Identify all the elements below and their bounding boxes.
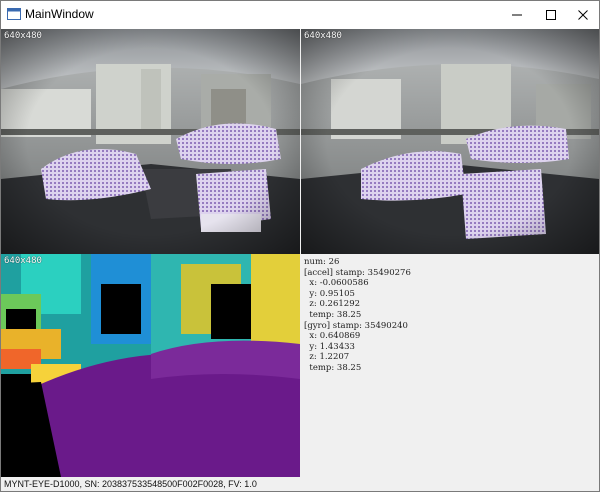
close-button[interactable] bbox=[567, 1, 599, 29]
left-resolution-label: 640x480 bbox=[4, 31, 42, 41]
accel-y: y: 0.95105 bbox=[304, 288, 355, 299]
maximize-button[interactable] bbox=[535, 1, 567, 29]
accel-z: z: 0.261292 bbox=[304, 299, 361, 310]
gyro-y: y: 1.43433 bbox=[304, 341, 355, 352]
right-resolution-label: 640x480 bbox=[304, 31, 342, 41]
maximize-icon bbox=[546, 10, 556, 20]
status-bar: MYNT-EYE-D1000, SN: 203837533548500F002F… bbox=[1, 477, 599, 491]
accel-temp: temp: 38.25 bbox=[304, 309, 362, 320]
accel-header: [accel] stamp: 35490276 bbox=[304, 267, 411, 278]
imu-num: num: 26 bbox=[304, 257, 340, 267]
left-camera-view: 640x480 bbox=[1, 29, 300, 254]
main-window: MainWindow 640x480 640x480 640x480 num: … bbox=[0, 0, 600, 492]
depth-view: 640x480 bbox=[1, 254, 300, 477]
gyro-temp: temp: 38.25 bbox=[304, 362, 362, 373]
gyro-x: x: 0.640869 bbox=[304, 331, 361, 342]
close-icon bbox=[578, 10, 588, 20]
imu-info-panel: num: 26 [accel] stamp: 35490276 x: -0.06… bbox=[301, 255, 599, 477]
app-icon bbox=[7, 7, 21, 21]
window-title: MainWindow bbox=[25, 7, 94, 21]
depth-resolution-label: 640x480 bbox=[4, 256, 42, 266]
title-bar[interactable]: MainWindow bbox=[1, 1, 599, 29]
gyro-z: z: 1.2207 bbox=[304, 352, 350, 363]
minimize-icon bbox=[512, 14, 522, 16]
accel-x: x: -0.0600586 bbox=[304, 278, 369, 289]
right-camera-view: 640x480 bbox=[301, 29, 599, 254]
minimize-button[interactable] bbox=[501, 1, 533, 29]
gyro-header: [gyro] stamp: 35490240 bbox=[304, 320, 408, 331]
